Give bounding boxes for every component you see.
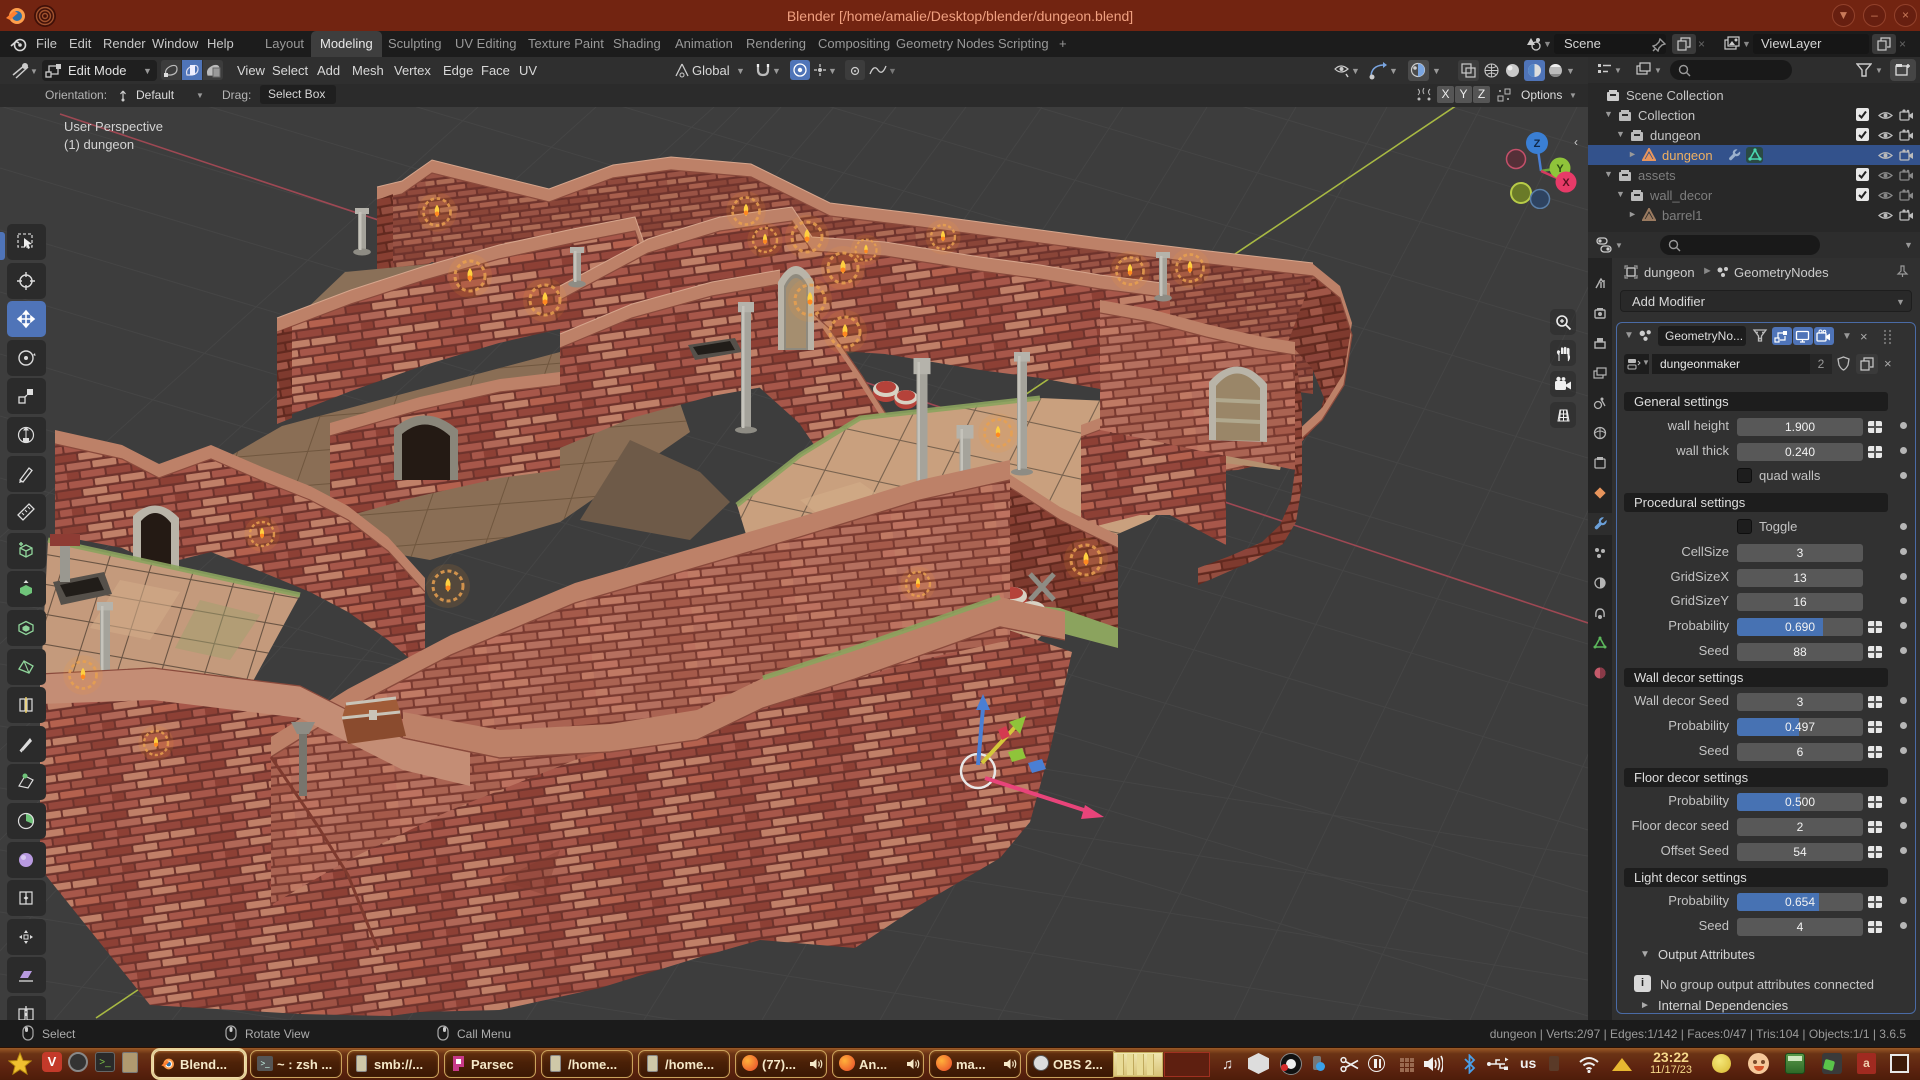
svg-text:Z: Z	[1534, 138, 1541, 150]
svg-text:X: X	[1562, 177, 1570, 189]
